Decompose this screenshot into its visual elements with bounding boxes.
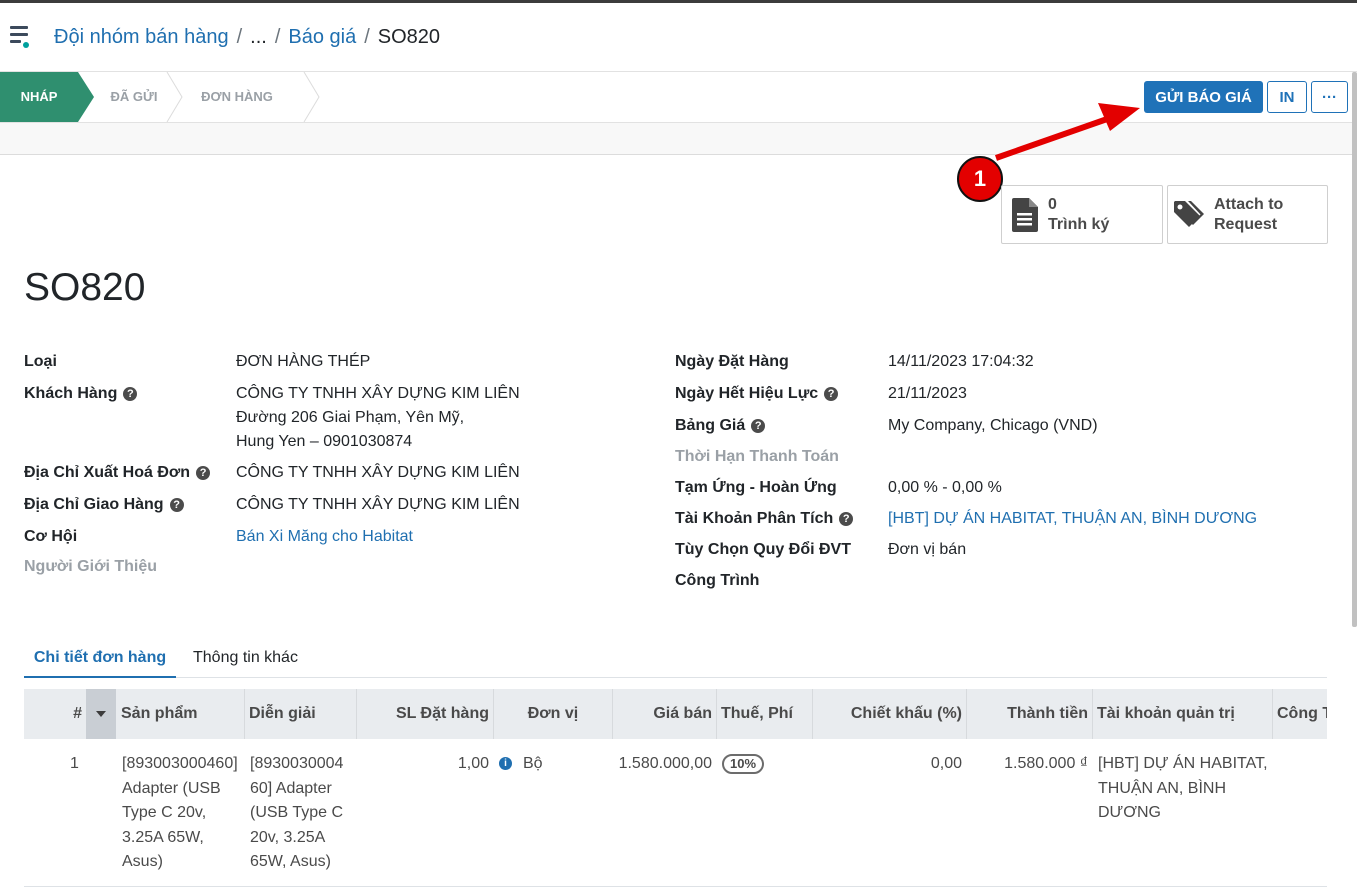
notebook-tabs: Chi tiết đơn hàng Thông tin khác <box>24 641 1327 678</box>
field-label-ngay-dat-hang: Ngày Đặt Hàng <box>675 353 789 370</box>
sign-label: Trình ký <box>1048 216 1110 233</box>
row-product-line: Asus) <box>122 853 163 870</box>
row-account-line: DƯƠNG <box>1098 804 1161 821</box>
column-header-price[interactable]: Giá bán <box>613 689 717 739</box>
customer-name: CÔNG TY TNHH XÂY DỰNG KIM LIÊN <box>236 385 520 402</box>
field-label-tam-ung: Tạm Ứng - Hoàn Ứng <box>675 479 837 496</box>
row-description-line: [8930030004 <box>250 755 344 772</box>
attach-label-line2: Request <box>1214 216 1278 233</box>
field-label-tai-khoan-phan-tich: Tài Khoản Phân Tích? <box>675 510 854 528</box>
column-header-construction[interactable]: Công T <box>1273 689 1327 739</box>
column-header-uom[interactable]: Đơn vị <box>494 689 613 739</box>
field-value-bang-gia[interactable]: My Company, Chicago (VND) <box>888 414 1098 438</box>
field-label-bang-gia: Bảng Giá? <box>675 417 766 435</box>
tab-other-info[interactable]: Thông tin khác <box>193 641 298 676</box>
order-lines-header: # Sản phẩm Diễn giải SL Đặt hàng Đơn vị … <box>24 689 1327 739</box>
column-header-subtotal[interactable]: Thành tiền <box>967 689 1093 739</box>
sign-smart-button[interactable]: 0 Trình ký <box>1001 185 1163 244</box>
row-product-line: Type C 20v, <box>122 804 207 821</box>
column-header-discount[interactable]: Chiết khấu (%) <box>813 689 967 739</box>
field-value-dia-chi-hoa-don[interactable]: CÔNG TY TNHH XÂY DỰNG KIM LIÊN <box>236 461 520 485</box>
column-header-quantity[interactable]: SL Đặt hàng <box>357 689 494 739</box>
row-divider <box>24 886 1327 887</box>
field-label-dia-chi-giao-hang: Địa Chỉ Giao Hàng? <box>24 496 184 514</box>
field-value-tuy-chon-quy-doi[interactable]: Đơn vị bán <box>888 538 966 562</box>
help-icon[interactable]: ? <box>169 498 184 512</box>
row-description[interactable]: [8930030004 60] Adapter (USB Type C 20v,… <box>250 752 343 875</box>
field-value-ngay-het-hieu-luc[interactable]: 21/11/2023 <box>888 382 967 406</box>
attach-label-line1: Attach to <box>1214 196 1284 213</box>
column-header-tax[interactable]: Thuế, Phí <box>717 689 813 739</box>
tags-icon <box>1174 201 1204 227</box>
row-account-line: [HBT] DỰ ÁN HABITAT, <box>1098 755 1268 772</box>
field-value-dia-chi-giao-hang[interactable]: CÔNG TY TNHH XÂY DỰNG KIM LIÊN <box>236 493 520 517</box>
row-product-line: Adapter (USB <box>122 779 221 797</box>
column-header-description[interactable]: Diễn giải <box>245 689 357 739</box>
field-value-ngay-dat-hang[interactable]: 14/11/2023 17:04:32 <box>888 350 1034 374</box>
field-value-khach-hang[interactable]: CÔNG TY TNHH XÂY DỰNG KIM LIÊN Đường 206… <box>236 382 520 454</box>
row-product[interactable]: [893003000460] Adapter (USB Type C 20v, … <box>122 752 238 875</box>
row-description-line: 65W, Asus) <box>250 853 331 870</box>
row-uom[interactable]: Bộ <box>523 752 543 777</box>
record-title: SO820 <box>24 266 146 309</box>
customer-address-line: Đường 206 Giai Phạm, Yên Mỹ, <box>236 409 465 426</box>
field-label-co-hoi: Cơ Hội <box>24 528 78 545</box>
help-icon[interactable]: ? <box>824 387 839 401</box>
row-price[interactable]: 1.580.000,00 <box>600 752 712 777</box>
column-sort-handle[interactable] <box>86 689 116 739</box>
field-value-tai-khoan-phan-tich[interactable]: [HBT] DỰ ÁN HABITAT, THUẬN AN, BÌNH DƯƠN… <box>888 507 1257 531</box>
field-value-tam-ung[interactable]: 0,00 % - 0,00 % <box>888 476 1002 500</box>
info-icon[interactable]: i <box>499 757 512 770</box>
column-header-account[interactable]: Tài khoản quản trị <box>1093 689 1273 739</box>
field-label-tuy-chon-quy-doi: Tùy Chọn Quy Đổi ĐVT <box>675 541 851 558</box>
help-icon[interactable]: ? <box>839 512 854 526</box>
row-account-line: THUẬN AN, BÌNH <box>1098 779 1227 797</box>
annotation-step-badge: 1 <box>957 156 1003 202</box>
caret-down-icon <box>96 711 106 717</box>
field-value-co-hoi[interactable]: Bán Xi Măng cho Habitat <box>236 525 413 549</box>
field-label-khach-hang: Khách Hàng? <box>24 385 138 403</box>
sign-count: 0 <box>1048 196 1057 213</box>
column-header-product[interactable]: Sản phẩm <box>117 689 245 739</box>
field-label-ngay-het-hieu-luc: Ngày Hết Hiệu Lực? <box>675 385 839 403</box>
column-header-index: # <box>73 705 82 722</box>
field-label-thoi-han-thanh-toan: Thời Hạn Thanh Toán <box>675 448 839 465</box>
field-label-cong-trinh: Công Trình <box>675 572 760 589</box>
row-description-line: (USB Type C <box>250 804 344 821</box>
row-quantity[interactable]: 1,00 <box>440 752 489 777</box>
row-index: 1 <box>70 755 79 772</box>
customer-address-line: Hung Yen – 0901030874 <box>236 433 413 450</box>
help-icon[interactable]: ? <box>196 466 211 480</box>
tax-badge: 10% <box>722 754 765 774</box>
help-icon[interactable]: ? <box>123 387 138 401</box>
row-account[interactable]: [HBT] DỰ ÁN HABITAT, THUẬN AN, BÌNH DƯƠN… <box>1098 752 1268 826</box>
tab-order-lines[interactable]: Chi tiết đơn hàng <box>24 641 176 678</box>
row-product-line: 3.25A 65W, <box>122 828 204 846</box>
row-tax[interactable]: 10% <box>722 752 765 777</box>
row-discount[interactable]: 0,00 <box>880 752 962 777</box>
document-icon <box>1012 198 1038 232</box>
field-label-dia-chi-hoa-don: Địa Chỉ Xuất Hoá Đơn? <box>24 464 211 482</box>
help-icon[interactable]: ? <box>751 419 766 433</box>
row-subtotal: 1.580.000 ₫ <box>1004 755 1088 772</box>
attach-request-smart-button[interactable]: Attach to Request <box>1167 185 1328 244</box>
field-value-loai[interactable]: ĐƠN HÀNG THÉP <box>236 350 370 374</box>
row-product-line: [893003000460] <box>122 755 238 772</box>
row-description-line: 60] Adapter <box>250 779 332 797</box>
row-description-line: 20v, 3.25A <box>250 828 326 846</box>
field-label-nguoi-gioi-thieu: Người Giới Thiệu <box>24 558 157 575</box>
field-label-loai: Loại <box>24 353 57 370</box>
